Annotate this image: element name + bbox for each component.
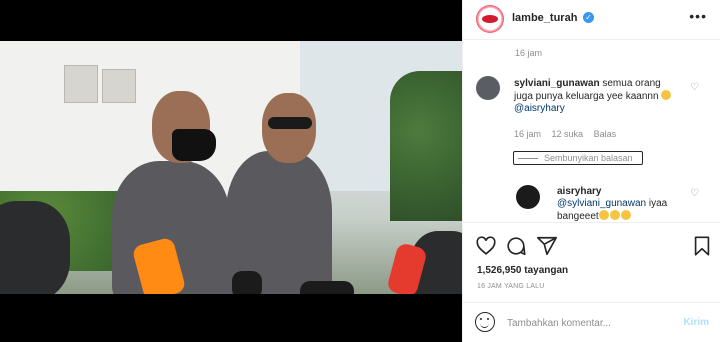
comment-mention[interactable]: @aisryhary [514,103,565,114]
post-actions: 1,526,950 tayangan 16 JAM YANG LALU [463,222,720,302]
comment-meta: 16 jam 12 suka Balas [514,129,624,139]
post-age: 16 JAM YANG LALU [477,283,545,290]
grinning-emoji-icon [609,210,620,220]
add-comment-bar: Kirim [463,302,720,342]
video-electrical-box [102,69,136,103]
lips-logo-icon [482,15,498,23]
bookmark-icon[interactable] [691,235,713,257]
comment-body: sylviani_gunawan semua orang juga punya … [514,78,682,115]
video-reporter-shoulder [0,201,70,294]
reply-like-heart-icon[interactable]: ♡ [690,188,699,199]
reply-mention[interactable]: @sylviani_gunawan [557,198,646,209]
account-avatar[interactable] [476,5,504,33]
video-sunglasses [268,117,312,129]
instagram-post: lambe_turah ✓ ••• 16 jam sylviani_gunawa… [0,0,720,342]
grinning-emoji-icon [661,90,672,100]
comments-section[interactable]: 16 jam sylviani_gunawan semua orang juga… [463,40,720,222]
emoji-icon[interactable] [475,312,495,332]
paper-plane-icon[interactable] [536,235,558,257]
more-options-icon[interactable]: ••• [689,8,707,24]
comment-like-heart-icon[interactable]: ♡ [690,82,699,93]
post-header: lambe_turah ✓ ••• [463,0,720,40]
comment-icon[interactable] [505,235,527,257]
post-comment-button[interactable]: Kirim [683,317,709,328]
video-player[interactable] [0,41,462,294]
video-face-mask [172,129,216,161]
caption-timestamp: 16 jam [515,48,543,58]
account-username[interactable]: lambe_turah [512,12,577,24]
commenter-username[interactable]: sylviani_gunawan [514,78,600,89]
comment-time: 16 jam [514,129,542,139]
grinning-emoji-icon [620,210,631,220]
video-microphone [232,271,262,294]
reply-avatar[interactable] [516,185,540,209]
hide-replies-label: Sembunyikan balasan [544,153,633,163]
view-count[interactable]: 1,526,950 tayangan [477,265,568,276]
grinning-emoji-icon [598,210,609,220]
hide-replies-button[interactable]: Sembunyikan balasan [513,151,643,165]
commenter-avatar[interactable] [476,76,500,100]
reply-username[interactable]: aisryhary [557,186,601,197]
reply-body: @sylviani_gunawan iyaa bangeeet [557,198,677,222]
post-side-panel: lambe_turah ✓ ••• 16 jam sylviani_gunawa… [462,0,720,342]
reply-button[interactable]: Balas [594,129,617,139]
divider-line [518,158,538,159]
video-electrical-box [64,65,98,103]
comment-input[interactable] [507,315,677,331]
verified-badge-icon: ✓ [583,12,594,23]
video-microphone [300,281,354,294]
post-media [0,0,462,342]
comment-likes[interactable]: 12 suka [552,129,584,139]
heart-icon[interactable] [475,235,497,257]
video-background-trees [390,71,462,221]
